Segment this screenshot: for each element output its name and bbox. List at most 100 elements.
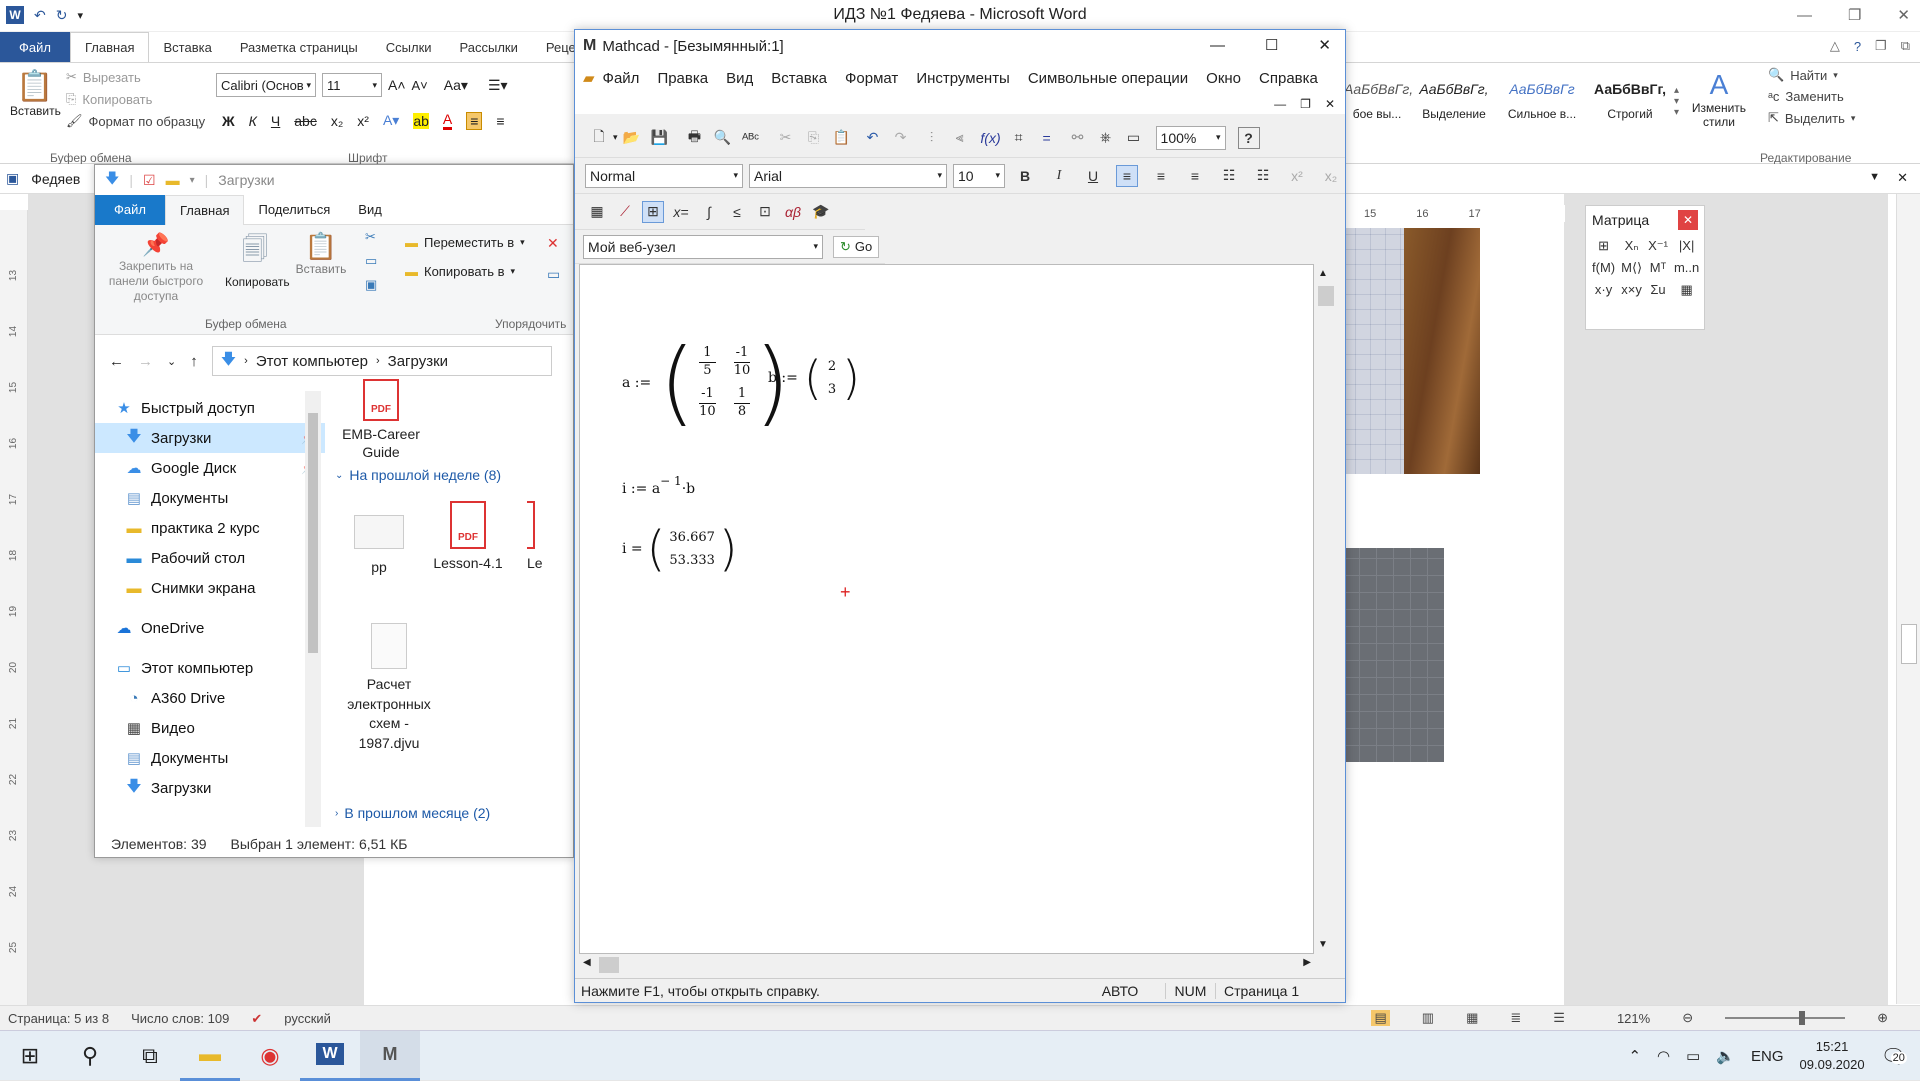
word-tab-mailings[interactable]: Рассылки xyxy=(446,32,532,62)
matrix-icon[interactable]: ⊞ xyxy=(1592,238,1615,254)
italic-icon[interactable]: К xyxy=(249,113,257,129)
notification-button[interactable]: 🗨 20 xyxy=(1881,1044,1907,1069)
def-a[interactable]: a := ( 15 -1 10 -1 10 18 ) xyxy=(622,337,790,429)
clock[interactable]: 15:21 09.09.2020 xyxy=(1800,1038,1865,1074)
help-icon[interactable]: ? xyxy=(1237,126,1260,149)
start-icon[interactable]: ⊞ xyxy=(0,1031,60,1081)
go-button[interactable]: ↻ Go xyxy=(833,235,880,258)
word-tab-home[interactable]: Главная xyxy=(70,32,150,62)
zoom-out-icon[interactable]: ⊖ xyxy=(1682,1010,1693,1026)
print-preview-icon[interactable]: 🔍 xyxy=(712,127,734,149)
explorer-file-tab[interactable]: Файл xyxy=(95,194,165,225)
print-layout-icon[interactable]: ▤ xyxy=(1371,1010,1390,1026)
mathcad-hscroll[interactable]: ◀ ▶ xyxy=(579,954,1315,976)
result-i[interactable]: i = ( 36.667 53.333 ) xyxy=(622,525,738,573)
word-scroll-thumb[interactable] xyxy=(1901,624,1917,664)
battery-icon[interactable]: ▭ xyxy=(1686,1047,1700,1065)
nav-item[interactable]: ▦ Видео xyxy=(95,713,325,743)
range-icon[interactable]: m..n xyxy=(1674,260,1699,276)
status-language[interactable]: русский xyxy=(284,1011,331,1026)
determinant-icon[interactable]: |X| xyxy=(1674,238,1699,254)
nav-item[interactable]: ☁Google Диск📌 xyxy=(95,453,325,483)
subscript-icon[interactable]: x₂ xyxy=(331,113,343,129)
copy-to-button[interactable]: ▬ Копировать в ▾ xyxy=(405,264,525,279)
change-styles-button[interactable]: A Изменить стили xyxy=(1684,69,1754,130)
programming-icon[interactable]: ⊡ xyxy=(754,201,776,223)
menu-edit[interactable]: Правка xyxy=(657,70,708,87)
style-item[interactable]: АаБбВвГг Сильное в... xyxy=(1498,81,1586,121)
breadcrumb-computer[interactable]: Этот компьютер xyxy=(256,353,368,370)
calculator-icon[interactable]: ▦ xyxy=(586,201,608,223)
select-button[interactable]: ⇱ Выделить ▾ xyxy=(1768,110,1855,126)
superscript-icon[interactable]: x² xyxy=(357,113,369,129)
zoom-select[interactable]: 100% ▾ xyxy=(1155,125,1226,150)
explorer-paste-button[interactable]: 📋 Вставить xyxy=(293,231,349,276)
up-icon[interactable]: ↑ xyxy=(190,353,198,370)
highlight-icon[interactable]: ab xyxy=(413,112,429,129)
redo-icon[interactable]: ↷ xyxy=(890,127,912,149)
nav-item[interactable]: ▬ практика 2 курс xyxy=(95,513,325,543)
scroll-right-icon[interactable]: ▶ xyxy=(1303,957,1311,968)
nav-item[interactable]: ▬ Снимки экрана xyxy=(95,573,325,603)
menu-view[interactable]: Вид xyxy=(726,70,753,87)
vectorize-icon[interactable]: f(M) xyxy=(1592,260,1615,276)
explorer-tab-view[interactable]: Вид xyxy=(344,195,396,225)
style-item[interactable]: АаБбВвГг, Строгий xyxy=(1586,81,1674,121)
new-icon[interactable]: 🗋 xyxy=(588,127,610,149)
save-icon[interactable]: 💾 xyxy=(649,127,671,149)
recent-icon[interactable]: ⌄ xyxy=(167,355,176,368)
back-icon[interactable]: ← xyxy=(109,353,124,370)
menu-tools[interactable]: Инструменты xyxy=(916,70,1010,87)
align-right-icon[interactable]: ≡ xyxy=(1184,165,1206,187)
word-tab-layout[interactable]: Разметка страницы xyxy=(226,32,372,62)
explorer-tab-share[interactable]: Поделиться xyxy=(244,195,344,225)
proofing-icon[interactable]: ✔ xyxy=(251,1011,262,1027)
bold-icon[interactable]: B xyxy=(1014,165,1036,187)
resource-center-icon[interactable]: ▭ xyxy=(1123,127,1145,149)
zoom-in-icon[interactable]: ⊕ xyxy=(1877,1010,1888,1026)
numbering-icon[interactable]: ☷ xyxy=(1252,165,1274,187)
mathcad-worksheet[interactable]: a := ( 15 -1 10 -1 10 18 ) b := ( 2 3 ) i … xyxy=(579,264,1314,954)
file-item[interactable]: Le xyxy=(527,501,567,571)
menu-file[interactable]: Файл xyxy=(603,70,640,87)
help-icon[interactable]: ? xyxy=(1854,39,1861,54)
web-select[interactable]: Мой веб-узел ▾ xyxy=(583,234,823,259)
task-view-icon[interactable]: ⧉ xyxy=(120,1031,180,1081)
language-indicator[interactable]: ENG xyxy=(1751,1048,1784,1065)
explorer-copy-button[interactable]: 🗐 Копировать xyxy=(225,231,290,289)
nav-item[interactable]: ▤ Документы xyxy=(95,483,325,513)
doc-tab-label[interactable]: Федяев xyxy=(31,171,80,187)
nav-item[interactable]: 🡇 Загрузки xyxy=(95,773,325,803)
calculus-icon[interactable]: ∫ xyxy=(698,201,720,223)
nav-item[interactable]: ▬ Рабочий стол xyxy=(95,543,325,573)
picture-icon[interactable]: ▦ xyxy=(1674,282,1699,298)
doc-close-icon[interactable]: ✕ xyxy=(1897,170,1908,186)
style-select[interactable]: Normal ▾ xyxy=(585,163,743,188)
scroll-up-icon[interactable]: ▲ xyxy=(1318,268,1328,279)
paste-button[interactable]: 📋 Вставить xyxy=(10,69,61,118)
outline-icon[interactable]: ≣ xyxy=(1510,1010,1521,1026)
nav-item[interactable]: 🡇Загрузки📌 xyxy=(95,423,325,453)
subscript-icon[interactable]: x₂ xyxy=(1320,165,1342,187)
nav-item[interactable]: ◔ A360 Drive xyxy=(95,683,325,713)
close-icon[interactable]: ✕ xyxy=(1318,36,1331,54)
style-item[interactable]: АаБбВвГг, бое вы... xyxy=(1344,81,1413,121)
greek-icon[interactable]: αβ xyxy=(782,201,804,223)
dot-product-icon[interactable]: x·y xyxy=(1592,282,1615,298)
matrix-panel-close-icon[interactable]: ✕ xyxy=(1678,210,1698,230)
insert-hyperlink-icon[interactable]: ⚯ xyxy=(1067,127,1089,149)
matrix-icon[interactable]: ⊞ xyxy=(642,200,664,223)
column-icon[interactable]: M⟨⟩ xyxy=(1621,260,1642,276)
cut-icon[interactable]: ✂ xyxy=(365,229,377,245)
mathcad-app-icon[interactable]: M xyxy=(360,1030,420,1081)
cut-icon[interactable]: ✂ xyxy=(775,127,797,149)
qat-dropdown-icon[interactable]: ▾ xyxy=(190,175,195,186)
replace-button[interactable]: ᵃc Заменить xyxy=(1768,89,1855,104)
file-item[interactable]: PDF EMB-CareerGuide xyxy=(341,379,421,461)
mdi-restore-icon[interactable]: ❐ xyxy=(1300,97,1311,111)
font-size-select[interactable]: 11 ▾ xyxy=(322,73,382,97)
paste-icon[interactable]: 📋 xyxy=(831,127,853,149)
mathcad-vscroll[interactable]: ▲ ▼ xyxy=(1315,264,1337,954)
scroll-down-icon[interactable]: ▼ xyxy=(1318,939,1328,950)
font-color-icon[interactable]: A xyxy=(442,111,453,130)
